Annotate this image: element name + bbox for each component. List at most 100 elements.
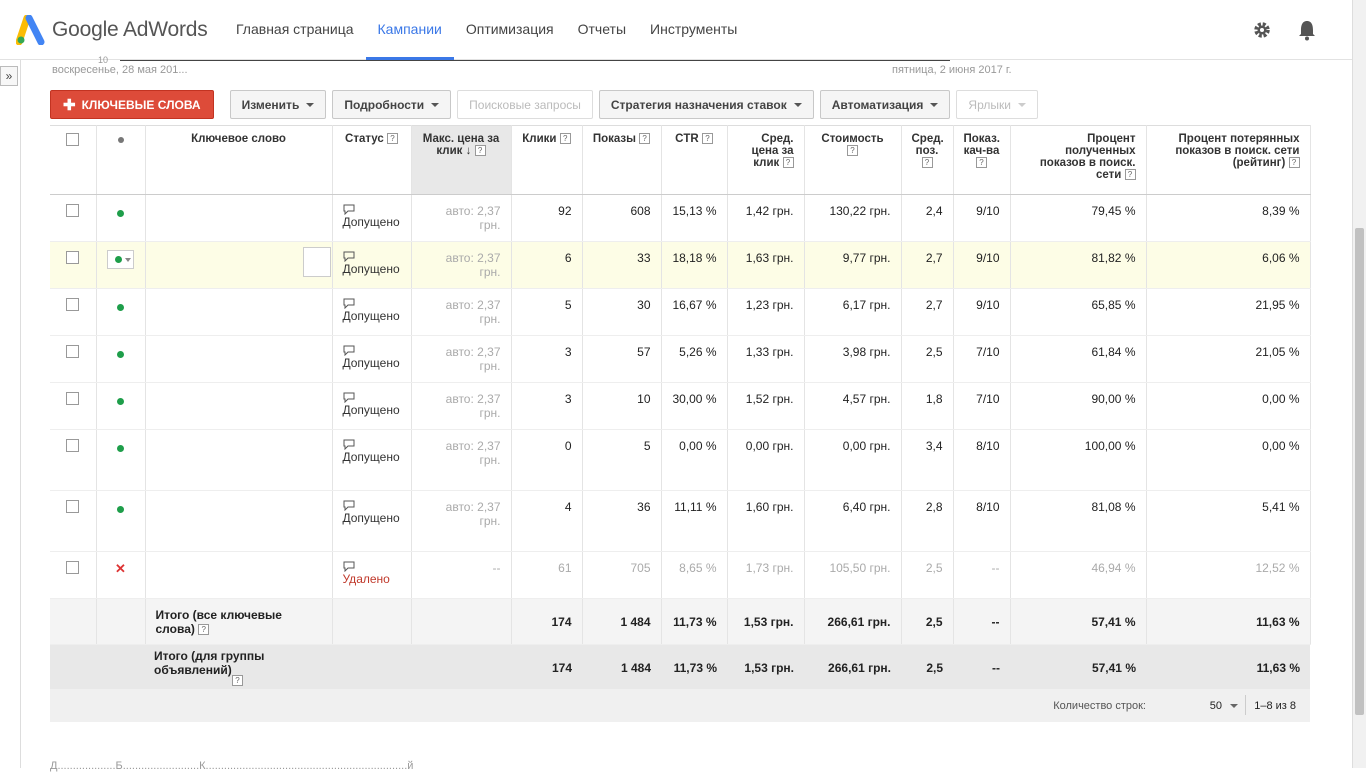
status-cell: Допущено xyxy=(332,194,412,242)
header-search-is[interactable]: Процент полученных показов в поиск. сети… xyxy=(1010,125,1147,195)
keyword-cell[interactable] xyxy=(145,194,333,242)
header-keyword[interactable]: Ключевое слово xyxy=(145,125,333,195)
max-cpc-cell[interactable]: авто: 2,37 грн. xyxy=(411,429,512,491)
table-row[interactable]: Допущено авто: 2,37 грн. 0 5 0,00 % 0,00 грн.… xyxy=(50,429,1311,491)
help-icon[interactable]: ? xyxy=(976,157,987,169)
keyword-edit-box[interactable] xyxy=(302,247,331,277)
keyword-cell[interactable] xyxy=(145,241,333,289)
search-is-cell: 61,84 % xyxy=(1010,335,1147,383)
help-icon[interactable]: ? xyxy=(639,133,651,145)
page-scrollbar[interactable] xyxy=(1352,0,1366,768)
max-cpc-cell[interactable]: авто: 2,37 грн. xyxy=(411,241,512,289)
keyword-cell[interactable] xyxy=(145,288,333,336)
help-icon[interactable]: ? xyxy=(474,145,486,157)
table-row[interactable]: Допущено авто: 2,37 грн. 6 33 18,18 % 1,63 гр… xyxy=(50,241,1311,289)
table-row[interactable]: Допущено авто: 2,37 грн. 92 608 15,13 % 1,42 … xyxy=(50,194,1311,242)
max-cpc-cell[interactable]: авто: 2,37 грн. xyxy=(411,288,512,336)
help-icon[interactable]: ? xyxy=(701,133,713,145)
scrollbar-thumb[interactable] xyxy=(1355,228,1364,715)
state-dropdown[interactable] xyxy=(107,250,134,269)
table-row[interactable]: Допущено авто: 2,37 грн. 4 36 11,11 % 1,60 гр… xyxy=(50,490,1311,552)
max-cpc-cell[interactable]: -- xyxy=(411,551,512,599)
keyword-cell[interactable] xyxy=(145,490,333,552)
row-checkbox[interactable] xyxy=(66,298,80,311)
comment-bubble-icon[interactable] xyxy=(343,439,355,450)
comment-bubble-icon[interactable] xyxy=(343,392,355,403)
table-row[interactable]: Допущено авто: 2,37 грн. 3 10 30,00 % 1,52 гр… xyxy=(50,382,1311,430)
header-ctr[interactable]: CTR ? xyxy=(661,125,728,195)
row-checkbox[interactable] xyxy=(66,345,80,358)
row-checkbox[interactable] xyxy=(66,251,80,264)
row-checkbox[interactable] xyxy=(66,561,80,574)
row-checkbox[interactable] xyxy=(66,500,80,513)
details-dropdown[interactable]: Подробности xyxy=(332,90,452,119)
help-icon[interactable]: ? xyxy=(198,623,210,635)
comment-bubble-icon[interactable] xyxy=(343,298,355,309)
header-quality[interactable]: Показ. кач-ва ? xyxy=(953,125,1011,195)
help-icon[interactable]: ? xyxy=(921,157,933,169)
header-state[interactable] xyxy=(96,125,146,195)
max-cpc-cell[interactable]: авто: 2,37 грн. xyxy=(411,194,512,242)
enabled-dot-icon xyxy=(117,304,124,311)
keyword-cell[interactable] xyxy=(145,382,333,430)
search-terms-button[interactable]: Поисковые запросы xyxy=(457,90,593,119)
help-icon[interactable]: ? xyxy=(232,674,243,686)
clicks-cell: 5 xyxy=(511,288,583,336)
help-icon[interactable]: ? xyxy=(1124,169,1136,181)
table-row[interactable]: Допущено авто: 2,37 грн. 3 57 5,26 % 1,33 грн… xyxy=(50,335,1311,383)
bell-icon[interactable] xyxy=(1297,19,1317,41)
comment-bubble-icon[interactable] xyxy=(343,561,355,572)
max-cpc-cell[interactable]: авто: 2,37 грн. xyxy=(411,335,512,383)
bid-strategy-dropdown[interactable]: Стратегия назначения ставок xyxy=(598,90,814,119)
keyword-cell[interactable] xyxy=(145,335,333,383)
header-max-cpc[interactable]: Макс. цена за клик ↓ ? xyxy=(411,125,512,195)
header-search-lost-is[interactable]: Процент потерянных показов в поиск. сети… xyxy=(1146,125,1311,195)
table-row[interactable]: ✕ Удалено -- 61 705 8,65 % 1,73 грн. 105,50 грн… xyxy=(50,551,1311,599)
row-checkbox[interactable] xyxy=(66,392,80,405)
max-cpc-cell[interactable]: авто: 2,37 грн. xyxy=(411,382,512,430)
sidebar-expand-icon[interactable]: » xyxy=(0,66,18,86)
help-icon[interactable]: ? xyxy=(1288,157,1300,169)
header-clicks[interactable]: Клики ? xyxy=(511,125,583,195)
chevron-down-icon[interactable] xyxy=(1230,704,1238,708)
header-impressions[interactable]: Показы ? xyxy=(582,125,662,195)
header-cost[interactable]: Стоимость ? xyxy=(804,125,902,195)
table-footer: Количество строк: 50 1–8 из 8 xyxy=(50,689,1310,722)
help-icon[interactable]: ? xyxy=(847,145,858,157)
nav-campaigns[interactable]: Кампании xyxy=(365,0,454,60)
total-search-is: 57,41 % xyxy=(1010,598,1147,645)
select-all-checkbox[interactable] xyxy=(66,133,80,146)
automation-dropdown[interactable]: Автоматизация xyxy=(819,90,951,119)
add-keywords-button[interactable]: ✚ КЛЮЧЕВЫЕ СЛОВА xyxy=(50,90,214,119)
status-cell: Допущено xyxy=(332,241,412,289)
labels-dropdown[interactable]: Ярлыки xyxy=(956,90,1038,119)
nav-optimization[interactable]: Оптимизация xyxy=(454,0,566,60)
edit-dropdown[interactable]: Изменить xyxy=(229,90,327,119)
total-avg-pos: 2,5 xyxy=(901,644,953,691)
comment-bubble-icon[interactable] xyxy=(343,204,355,215)
adwords-logo[interactable]: Google AdWords xyxy=(16,14,216,46)
nav-tools[interactable]: Инструменты xyxy=(638,0,749,60)
header-status[interactable]: Статус ? xyxy=(332,125,412,195)
nav-home[interactable]: Главная страница xyxy=(224,0,366,60)
comment-bubble-icon[interactable] xyxy=(343,251,355,262)
header-avg-cpc[interactable]: Сред. цена за клик ? xyxy=(727,125,805,195)
search-lost-is-cell: 21,95 % xyxy=(1146,288,1311,336)
comment-bubble-icon[interactable] xyxy=(343,500,355,511)
keyword-cell[interactable] xyxy=(145,429,333,491)
row-checkbox[interactable] xyxy=(66,439,80,452)
keyword-cell[interactable] xyxy=(145,551,333,599)
max-cpc-cell[interactable]: авто: 2,37 грн. xyxy=(411,490,512,552)
comment-bubble-icon[interactable] xyxy=(343,345,355,356)
table-row[interactable]: Допущено авто: 2,37 грн. 5 30 16,67 % 1,23 гр… xyxy=(50,288,1311,336)
gear-icon[interactable] xyxy=(1252,20,1272,40)
row-state: ✕ xyxy=(96,551,146,599)
rows-per-page-select[interactable]: 50 xyxy=(1210,700,1222,712)
row-checkbox[interactable] xyxy=(66,204,80,217)
nav-reports[interactable]: Отчеты xyxy=(566,0,638,60)
help-icon[interactable]: ? xyxy=(559,133,571,145)
help-icon[interactable]: ? xyxy=(782,157,794,169)
help-icon[interactable]: ? xyxy=(386,133,398,145)
header-avg-pos[interactable]: Сред. поз. ? xyxy=(901,125,954,195)
